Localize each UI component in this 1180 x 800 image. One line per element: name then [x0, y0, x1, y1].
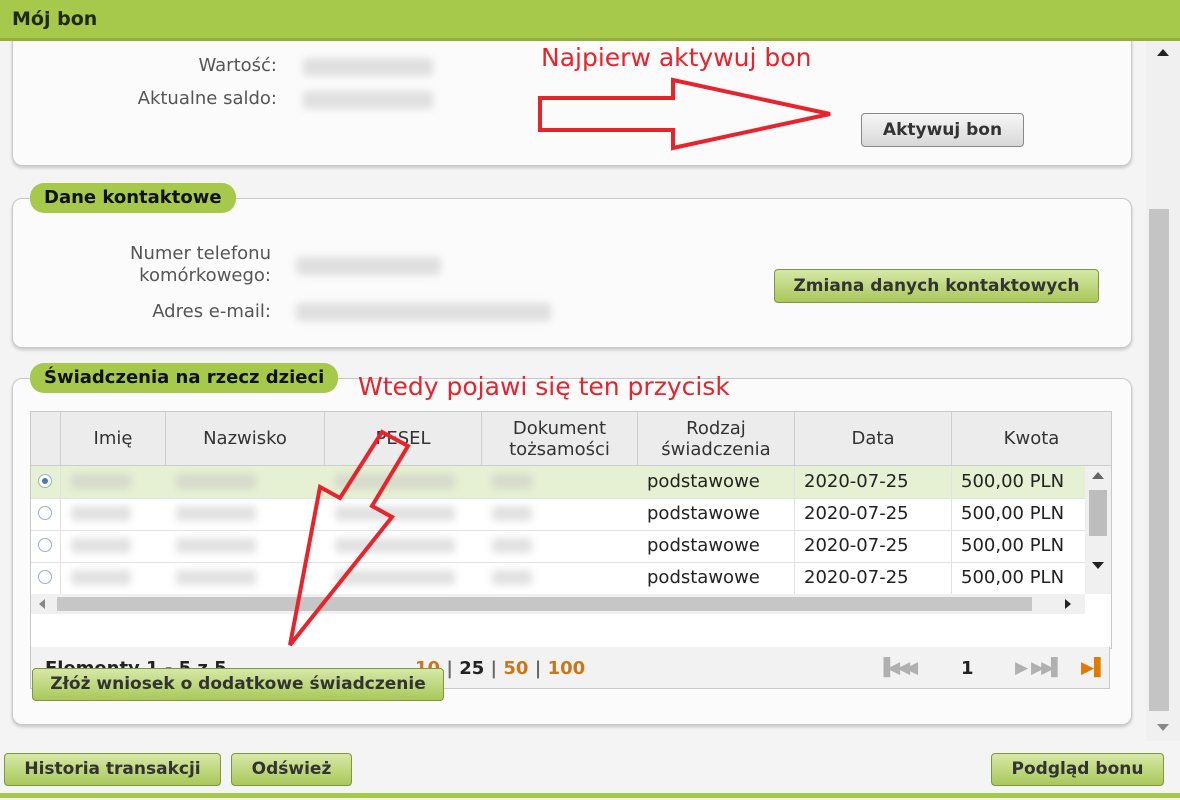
horizontal-scroll-thumb[interactable] — [57, 597, 1032, 611]
table-row[interactable]: podstawowe 2020-07-25 500,00 PLN — [31, 498, 1085, 531]
phone-label: Numer telefonu komórkowego: — [130, 243, 271, 286]
annotation-activate: Najpierw aktywuj bon — [541, 43, 812, 72]
document-redacted — [492, 474, 532, 489]
phone-redacted — [296, 257, 441, 275]
table-header: Imię Nazwisko PESEL Dokument tożsamości … — [31, 412, 1111, 466]
window-titlebar: Mój bon — [0, 0, 1180, 41]
table-row[interactable]: podstawowe 2020-07-25 500,00 PLN — [31, 562, 1085, 594]
current-page: 1 — [961, 658, 974, 679]
scroll-right-icon[interactable] — [1065, 599, 1071, 609]
transaction-history-button[interactable]: Historia transakcji — [4, 753, 221, 786]
select-column-header — [31, 412, 61, 465]
table-horizontal-scrollbar[interactable] — [31, 594, 1085, 614]
column-header-benefit-type[interactable]: Rodzaj świadczenia — [638, 412, 795, 465]
scroll-thumb[interactable] — [1149, 209, 1169, 711]
page-size-separator: | — [534, 658, 548, 679]
benefits-table: Imię Nazwisko PESEL Dokument tożsamości … — [30, 411, 1112, 649]
contact-panel: Numer telefonu komórkowego: Adres e-mail… — [12, 198, 1132, 348]
name-redacted — [71, 538, 131, 553]
surname-redacted — [176, 538, 256, 553]
page-size-100[interactable]: 100 — [548, 658, 586, 679]
pesel-redacted — [335, 570, 455, 585]
column-header-pesel[interactable]: PESEL — [325, 412, 482, 465]
document-redacted — [492, 538, 532, 553]
value-label: Wartość: — [198, 55, 278, 76]
document-redacted — [492, 506, 532, 521]
row-select-cell[interactable] — [31, 466, 61, 498]
column-header-id-document[interactable]: Dokument tożsamości — [482, 412, 638, 465]
page-vertical-scrollbar[interactable] — [1146, 41, 1180, 741]
amount-cell: 500,00 PLN — [961, 503, 1065, 524]
amount-cell: 500,00 PLN — [961, 535, 1065, 556]
scroll-down-icon[interactable] — [1157, 724, 1169, 731]
table-vertical-scrollbar[interactable] — [1085, 466, 1111, 594]
column-header-amount[interactable]: Kwota — [952, 412, 1111, 465]
benefit-type-cell: podstawowe — [638, 562, 795, 594]
benefit-type-cell: podstawowe — [638, 530, 795, 562]
radio-button[interactable] — [38, 506, 52, 520]
scroll-up-icon[interactable] — [1157, 49, 1169, 56]
column-header-surname[interactable]: Nazwisko — [166, 412, 325, 465]
radio-button[interactable] — [38, 538, 52, 552]
table-row[interactable]: podstawowe 2020-07-25 500,00 PLN — [31, 466, 1085, 499]
pesel-redacted — [335, 506, 455, 521]
date-cell: 2020-07-25 — [795, 498, 952, 530]
date-cell: 2020-07-25 — [795, 466, 952, 498]
table-body: podstawowe 2020-07-25 500,00 PLN podstaw… — [31, 466, 1111, 594]
row-select-cell[interactable] — [31, 498, 61, 530]
scroll-up-icon[interactable] — [1092, 472, 1104, 479]
scroll-down-icon[interactable] — [1092, 562, 1104, 569]
window-title: Mój bon — [12, 8, 98, 30]
next-page-icon[interactable]: ▶ — [1015, 658, 1028, 678]
benefits-section-title: Świadczenia na rzecz dzieci — [30, 363, 339, 393]
scroll-thumb[interactable] — [1089, 490, 1107, 536]
value-redacted — [303, 58, 433, 76]
date-cell: 2020-07-25 — [795, 530, 952, 562]
radio-button[interactable] — [38, 570, 52, 584]
column-header-date[interactable]: Data — [795, 412, 952, 465]
benefit-type-cell: podstawowe — [638, 498, 795, 530]
annotation-button-appears: Wtedy pojawi się ten przycisk — [358, 372, 730, 401]
table-row[interactable]: podstawowe 2020-07-25 500,00 PLN — [31, 530, 1085, 563]
refresh-button[interactable]: Odśwież — [231, 753, 352, 786]
surname-redacted — [176, 570, 256, 585]
radio-button[interactable] — [38, 474, 52, 488]
voucher-preview-button[interactable]: Podgląd bonu — [991, 753, 1164, 786]
row-select-cell[interactable] — [31, 530, 61, 562]
name-redacted — [71, 474, 131, 489]
row-select-cell[interactable] — [31, 562, 61, 594]
page-size-50[interactable]: 50 — [503, 658, 528, 679]
scroll-left-icon[interactable] — [39, 599, 45, 609]
contact-section-title: Dane kontaktowe — [30, 183, 236, 213]
last-page-icon[interactable]: ▶▶▌ — [1031, 658, 1064, 678]
amount-cell: 500,00 PLN — [961, 567, 1065, 588]
apply-additional-benefit-button[interactable]: Złóż wniosek o dodatkowe świadczenie — [32, 668, 444, 701]
benefit-type-cell: podstawowe — [638, 466, 795, 498]
page-size-25[interactable]: 25 — [459, 658, 484, 679]
refresh-grid-icon[interactable]: ▶▌ — [1081, 658, 1107, 678]
date-cell: 2020-07-25 — [795, 562, 952, 594]
page-size-separator: | — [490, 658, 504, 679]
content-viewport: Wartość: Aktualne saldo: Aktywuj bon Num… — [0, 41, 1146, 741]
pesel-redacted — [335, 538, 455, 553]
balance-label: Aktualne saldo: — [137, 88, 277, 109]
surname-redacted — [176, 506, 256, 521]
amount-cell: 500,00 PLN — [961, 471, 1065, 492]
footer-accent-line — [0, 793, 1180, 798]
change-contact-button[interactable]: Zmiana danych kontaktowych — [774, 269, 1099, 303]
surname-redacted — [176, 474, 256, 489]
balance-redacted — [303, 91, 433, 109]
column-header-name[interactable]: Imię — [61, 412, 166, 465]
email-redacted — [296, 303, 551, 321]
document-redacted — [492, 570, 532, 585]
name-redacted — [71, 570, 131, 585]
page-size-separator: | — [446, 658, 460, 679]
pesel-redacted — [335, 474, 455, 489]
name-redacted — [71, 506, 131, 521]
first-page-icon[interactable]: ▐◀◀ — [877, 658, 910, 678]
email-label: Adres e-mail: — [152, 301, 271, 322]
activate-voucher-button[interactable]: Aktywuj bon — [861, 113, 1024, 147]
prev-page-icon[interactable]: ◀ — [905, 658, 918, 678]
